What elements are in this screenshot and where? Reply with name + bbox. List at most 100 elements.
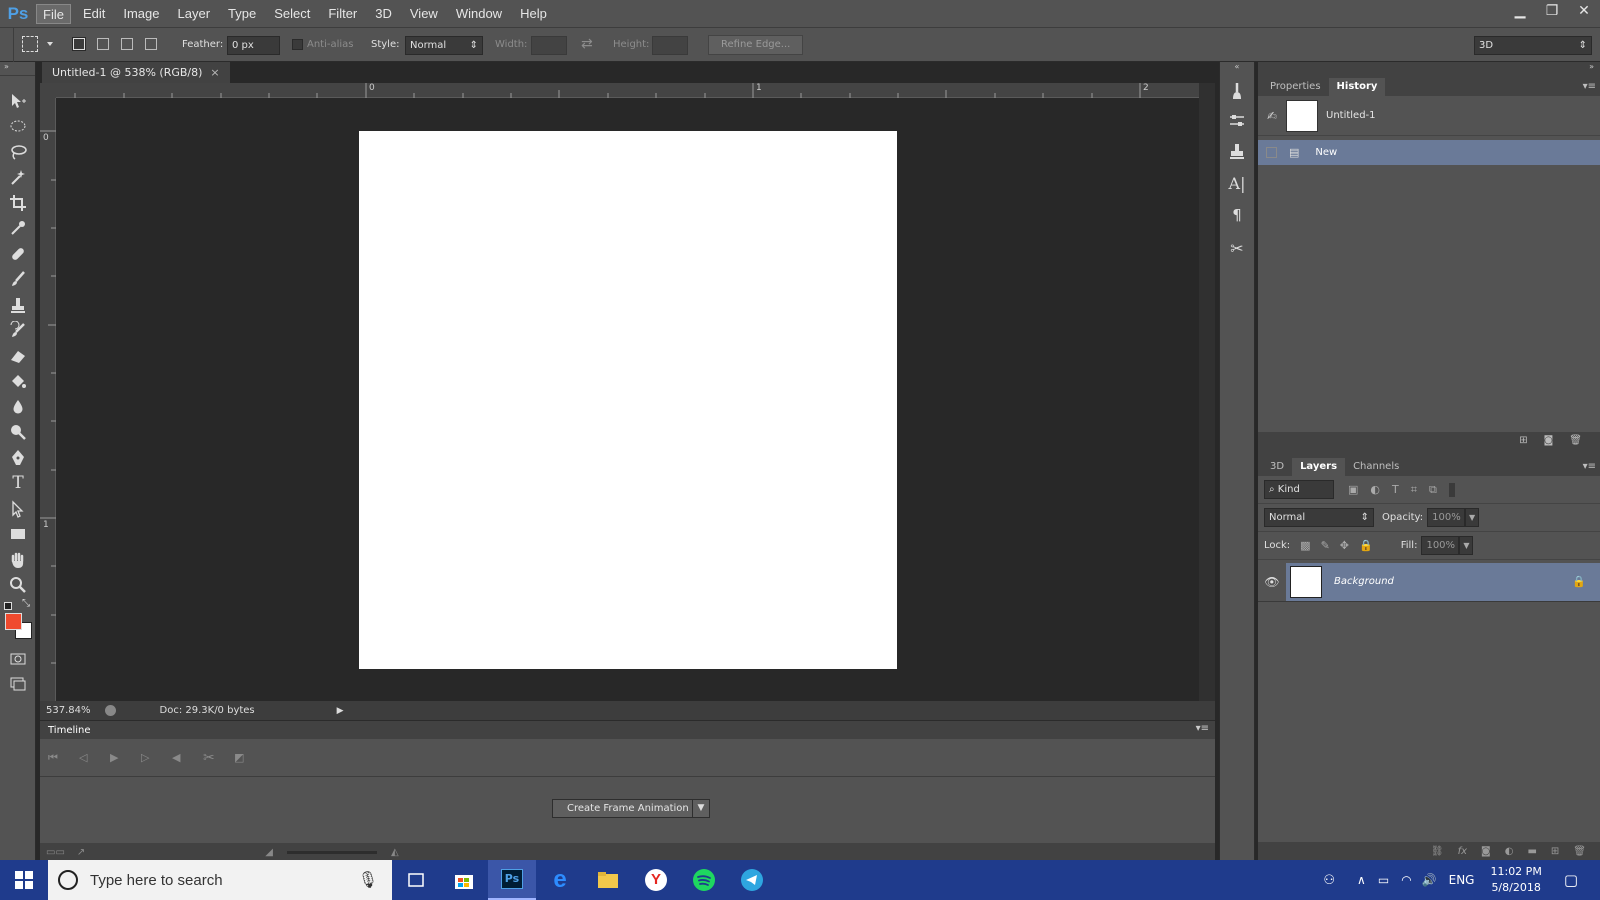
type-tool-icon[interactable]: T	[0, 471, 36, 497]
brush-tool-icon[interactable]	[0, 267, 36, 293]
preset-dropdown-icon[interactable]	[47, 42, 53, 46]
add-selection-icon[interactable]	[97, 38, 109, 50]
menu-3d[interactable]: 3D	[369, 4, 398, 24]
path-selection-tool-icon[interactable]	[0, 496, 36, 522]
panels-collapse-icon[interactable]: »	[1258, 62, 1600, 76]
transition-icon[interactable]: ◩	[234, 751, 265, 764]
store-icon[interactable]	[440, 860, 488, 900]
tab-3d[interactable]: 3D	[1262, 458, 1292, 476]
healing-brush-tool-icon[interactable]	[0, 241, 36, 267]
clock[interactable]: 11:02 PM 5/8/2018	[1490, 864, 1541, 896]
antialias-checkbox[interactable]	[292, 39, 303, 50]
layer-name[interactable]: Background	[1334, 576, 1394, 587]
eraser-tool-icon[interactable]	[0, 343, 36, 369]
layer-visibility-eye-icon[interactable]: 👁	[1258, 575, 1286, 589]
strip-collapse-icon[interactable]: «	[1220, 62, 1254, 76]
tab-history[interactable]: History	[1328, 78, 1386, 96]
new-snapshot-icon[interactable]: ◙	[1544, 435, 1554, 446]
tab-properties[interactable]: Properties	[1262, 78, 1329, 96]
default-colors-icon[interactable]	[4, 602, 12, 610]
history-panel-menu-icon[interactable]: ▾≡	[1575, 78, 1600, 96]
zoom-level[interactable]: 537.84%	[46, 705, 91, 716]
refine-edge-button[interactable]: Refine Edge...	[708, 35, 804, 55]
character-panel-icon[interactable]: A|	[1220, 166, 1254, 200]
filter-shape-icon[interactable]: ⌗	[1411, 483, 1417, 497]
clone-stamp-tool-icon[interactable]	[0, 292, 36, 318]
filter-smart-object-icon[interactable]: ⧉	[1429, 483, 1437, 497]
foreground-color-swatch[interactable]	[5, 613, 22, 630]
menu-image[interactable]: Image	[117, 4, 165, 24]
next-frame-icon[interactable]: ▷	[141, 751, 172, 764]
show-hidden-icons-icon[interactable]: ∧	[1357, 873, 1366, 887]
volume-icon[interactable]: 🔊	[1422, 873, 1437, 887]
new-selection-icon[interactable]	[72, 37, 86, 51]
menu-window[interactable]: Window	[450, 4, 508, 24]
fill-dropdown-icon[interactable]: ▼	[1459, 536, 1474, 555]
feather-input[interactable]: 0 px	[227, 36, 280, 55]
new-document-from-state-icon[interactable]: ⊞	[1519, 435, 1527, 446]
add-mask-icon[interactable]: ◙	[1481, 846, 1491, 857]
audio-icon[interactable]: ◀	[172, 751, 203, 764]
zoom-out-timeline-icon[interactable]: ◢	[265, 847, 273, 858]
eyedropper-tool-icon[interactable]	[0, 216, 36, 242]
history-state-checkbox[interactable]	[1266, 147, 1277, 158]
opacity-input[interactable]: 100%	[1427, 508, 1466, 527]
adjustment-layer-icon[interactable]: ◐	[1505, 846, 1514, 857]
new-group-icon[interactable]: ▬	[1527, 846, 1536, 857]
subtract-selection-icon[interactable]	[121, 38, 133, 50]
swap-icon[interactable]: ⇄	[581, 36, 593, 52]
lasso-tool-icon[interactable]	[0, 139, 36, 165]
minimize-button[interactable]: ▁	[1504, 0, 1536, 22]
height-input[interactable]	[652, 36, 688, 55]
menu-filter[interactable]: Filter	[322, 4, 363, 24]
animation-type-dropdown-icon[interactable]: ▼	[692, 799, 710, 818]
clone-source-panel-icon[interactable]	[1220, 136, 1254, 166]
history-brush-tool-icon[interactable]	[0, 318, 36, 344]
close-window-button[interactable]: ✕	[1568, 0, 1600, 22]
screen-mode-icon[interactable]	[0, 672, 36, 698]
new-layer-icon[interactable]: ⊞	[1551, 846, 1559, 857]
vertical-scrollbar[interactable]	[1199, 83, 1215, 701]
layers-panel-menu-icon[interactable]: ▾≡	[1575, 458, 1600, 476]
task-view-icon[interactable]	[392, 860, 440, 900]
spotify-icon[interactable]	[680, 860, 728, 900]
layer-row-background[interactable]: Background 🔒	[1286, 562, 1600, 601]
status-info-icon[interactable]	[104, 705, 116, 716]
filter-adjustment-icon[interactable]: ◐	[1370, 483, 1380, 496]
layer-lock-icon[interactable]: 🔒	[1572, 575, 1586, 588]
opacity-dropdown-icon[interactable]: ▼	[1465, 508, 1480, 527]
convert-icon[interactable]: ↗	[77, 847, 85, 858]
previous-frame-icon[interactable]: ◁	[79, 751, 110, 764]
first-frame-icon[interactable]: ⏮	[48, 751, 79, 765]
menu-view[interactable]: View	[404, 4, 444, 24]
layer-filter-select[interactable]: ⌕ Kind	[1264, 480, 1334, 499]
magic-wand-tool-icon[interactable]	[0, 165, 36, 191]
snapshot-thumbnail[interactable]	[1286, 99, 1318, 132]
battery-icon[interactable]: ▭	[1378, 873, 1389, 887]
pen-tool-icon[interactable]	[0, 445, 36, 471]
language-indicator[interactable]: ENG	[1449, 873, 1475, 887]
link-layers-icon[interactable]: ⛓	[1431, 846, 1444, 857]
layer-style-fx-icon[interactable]: fx	[1458, 846, 1467, 857]
filter-pixel-icon[interactable]: ▣	[1348, 483, 1358, 496]
edge-browser-icon[interactable]: e	[536, 860, 584, 900]
lock-position-icon[interactable]: ✥	[1340, 539, 1349, 552]
blend-mode-select[interactable]: Normal ⇕	[1264, 508, 1374, 527]
timeline-menu-icon[interactable]: ▾≡	[1196, 723, 1209, 734]
windows-start-icon[interactable]	[0, 860, 48, 900]
status-menu-arrow-icon[interactable]: ▶	[337, 706, 344, 716]
paint-bucket-tool-icon[interactable]	[0, 369, 36, 395]
telegram-icon[interactable]	[728, 860, 776, 900]
brush-panel-icon[interactable]	[1220, 76, 1254, 106]
width-input[interactable]	[531, 36, 567, 55]
menu-file[interactable]: File	[36, 3, 71, 24]
hand-tool-icon[interactable]	[0, 547, 36, 573]
workspace-select[interactable]: 3D ⇕	[1474, 36, 1592, 55]
history-brush-source-icon[interactable]: ✍	[1258, 109, 1286, 123]
action-center-icon[interactable]: ▢	[1564, 871, 1578, 889]
photoshop-taskbar-icon[interactable]: Ps	[488, 860, 536, 900]
tab-channels[interactable]: Channels	[1345, 458, 1407, 476]
menu-select[interactable]: Select	[268, 4, 316, 24]
close-tab-icon[interactable]: ×	[210, 66, 219, 79]
document-canvas[interactable]	[359, 131, 897, 669]
